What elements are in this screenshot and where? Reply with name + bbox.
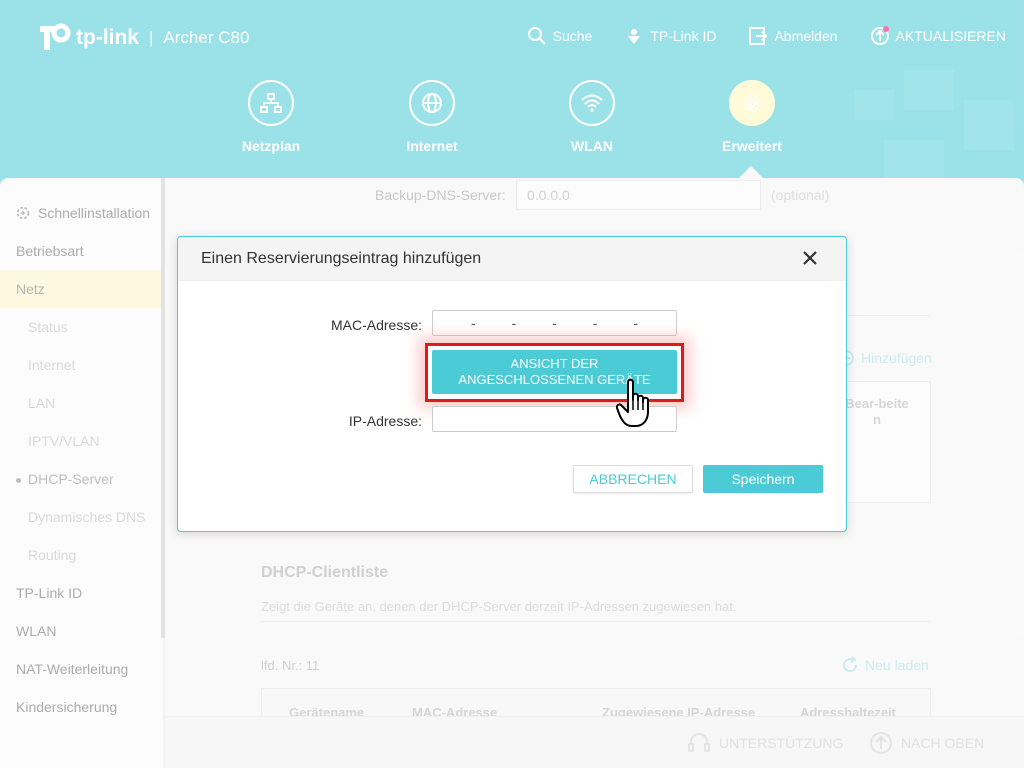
dialog-header: Einen Reservierungseintrag hinzufügen xyxy=(178,237,846,281)
button-line-1: ANSICHT DER xyxy=(510,356,599,371)
dialog-title: Einen Reservierungseintrag hinzufügen xyxy=(201,250,482,267)
mac-separator: - xyxy=(552,315,557,331)
mac-separator: - xyxy=(592,315,598,331)
mac-separator: - xyxy=(633,315,638,331)
close-icon[interactable] xyxy=(800,248,820,268)
cancel-button[interactable]: ABBRECHEN xyxy=(573,465,693,493)
ip-address-label: IP-Adresse: xyxy=(348,413,422,429)
save-button[interactable]: Speichern xyxy=(703,465,823,493)
mac-address-input[interactable]: - - - - - xyxy=(432,310,677,336)
mac-separator: - xyxy=(470,315,476,331)
mac-separator: - xyxy=(511,315,517,331)
add-reservation-dialog: Einen Reservierungseintrag hinzufügen MA… xyxy=(177,236,847,532)
mac-address-label: MAC-Adresse: xyxy=(330,317,422,333)
hand-cursor-icon xyxy=(616,378,649,427)
